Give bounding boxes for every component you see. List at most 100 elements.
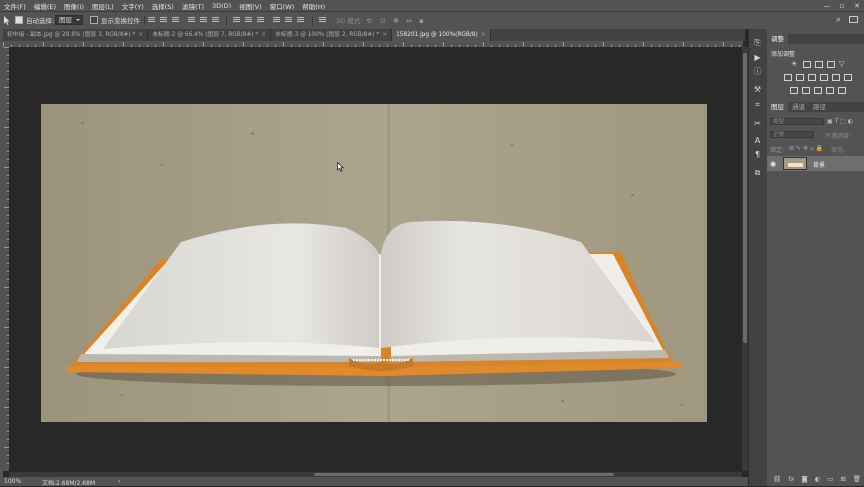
- history-icon[interactable]: ⎘: [753, 39, 762, 47]
- minimize-icon[interactable]: —: [820, 0, 834, 11]
- exposure-icon[interactable]: [827, 61, 835, 68]
- horizontal-scroll-thumb[interactable]: [314, 473, 614, 476]
- right-panel: 调整 添加调整 ☀ ▽ 图层 通道 路径 类型 ▣ T ⬚ ◐ 正常 不透明度:…: [767, 29, 864, 486]
- tab-document-active[interactable]: 158201.jpg @ 100%(RGB/8) ×: [392, 29, 491, 41]
- new-adjustment-icon[interactable]: ◐: [815, 475, 821, 483]
- tab-document-1[interactable]: 初中级 - 副本.jpg @ 28.8% (图层 3, RGB/8#) * ×: [3, 29, 149, 41]
- auto-select-dropdown[interactable]: 图层: [55, 15, 83, 25]
- auto-select-option[interactable]: 自动选择:: [15, 15, 54, 25]
- brightness-icon[interactable]: ☀: [791, 60, 797, 68]
- menu-window[interactable]: 窗口(W): [266, 1, 299, 11]
- tab-layers[interactable]: 图层: [767, 102, 788, 112]
- move-tool-icon[interactable]: [3, 16, 10, 25]
- menu-3d[interactable]: 3D(D): [208, 2, 235, 10]
- menu-type[interactable]: 文字(Y): [118, 1, 148, 11]
- zoom-level[interactable]: 100%: [4, 478, 21, 485]
- distribute-top-icon[interactable]: [233, 17, 240, 23]
- vertical-scroll-thumb[interactable]: [743, 53, 747, 343]
- show-transform-checkbox[interactable]: [90, 16, 98, 24]
- status-menu-arrow[interactable]: ›: [118, 478, 120, 485]
- blend-mode-select[interactable]: 正常: [770, 131, 814, 138]
- invert-icon[interactable]: [790, 87, 798, 94]
- scale-3d-icon[interactable]: ▪: [419, 17, 424, 25]
- distribute-bottom-icon[interactable]: [257, 17, 264, 23]
- channel-mixer-icon[interactable]: [832, 74, 840, 81]
- add-mask-icon[interactable]: ◙: [801, 475, 807, 483]
- align-vcenter-icon[interactable]: [160, 17, 167, 23]
- menu-edit[interactable]: 编辑(E): [30, 1, 60, 11]
- threshold-icon[interactable]: [814, 87, 822, 94]
- color-balance-icon[interactable]: [796, 74, 804, 81]
- visibility-eye-icon[interactable]: ◉: [770, 160, 776, 168]
- orbit-3d-icon[interactable]: ⟲: [366, 17, 372, 25]
- delete-layer-icon[interactable]: 🗑: [853, 475, 861, 483]
- menu-select[interactable]: 选择(S): [148, 1, 178, 11]
- maximize-icon[interactable]: ▫: [835, 0, 849, 11]
- tab-close-icon[interactable]: ×: [261, 32, 266, 38]
- paragraph-icon[interactable]: ¶: [753, 151, 762, 159]
- actions-play-icon[interactable]: ▶: [753, 54, 762, 62]
- selective-color-icon[interactable]: [838, 87, 846, 94]
- tab-document-3[interactable]: 未标题-3 @ 100% (图层 2, RGB/8#) * ×: [271, 29, 393, 41]
- menu-image[interactable]: 图像(I): [60, 1, 88, 11]
- layer-name[interactable]: 背景: [813, 160, 825, 169]
- distribute-hcenter-icon[interactable]: [285, 17, 292, 23]
- auto-select-checkbox[interactable]: [15, 16, 23, 24]
- photo-filter-icon[interactable]: [820, 74, 828, 81]
- menu-layer[interactable]: 图层(L): [88, 1, 118, 11]
- hue-saturation-icon[interactable]: [784, 74, 792, 81]
- distribute-left-icon[interactable]: [273, 17, 280, 23]
- roll-3d-icon[interactable]: ⊙: [380, 17, 386, 25]
- distribute-right-icon[interactable]: [297, 17, 304, 23]
- color-lookup-icon[interactable]: [844, 74, 852, 81]
- workspace-icon[interactable]: [849, 16, 858, 23]
- layer-comps-icon[interactable]: ⧉: [753, 169, 762, 177]
- curves-icon[interactable]: [815, 61, 823, 68]
- slide-3d-icon[interactable]: ⇔: [406, 17, 412, 25]
- layer-style-icon[interactable]: fx: [788, 475, 794, 483]
- info-icon[interactable]: ⓘ: [753, 68, 762, 76]
- vibrance-icon[interactable]: ▽: [839, 60, 844, 68]
- black-white-icon[interactable]: [808, 74, 816, 81]
- tab-document-2[interactable]: 未标题-2 @ 66.4% (图层 7, RGB/8#) * ×: [148, 29, 272, 41]
- layers-panel-header: 图层 通道 路径: [767, 102, 864, 112]
- layer-kind-filter[interactable]: 类型: [770, 118, 824, 125]
- layer-row-background[interactable]: ◉ 背景: [767, 156, 864, 171]
- align-top-icon[interactable]: [148, 17, 155, 23]
- align-left-icon[interactable]: [188, 17, 195, 23]
- gradient-map-icon[interactable]: [826, 87, 834, 94]
- new-group-icon[interactable]: ▭: [827, 475, 833, 483]
- show-transform-option[interactable]: 显示变换控件: [90, 15, 140, 25]
- document-canvas[interactable]: [9, 47, 742, 472]
- align-bottom-icon[interactable]: [172, 17, 179, 23]
- auto-align-icon[interactable]: [319, 17, 326, 23]
- layer-filter-icons[interactable]: ▣ T ⬚ ◐: [827, 118, 861, 125]
- menu-view[interactable]: 视图(V): [235, 1, 266, 11]
- options-bar: 自动选择: 图层 显示变换控件 3D 模式: ⟲ ⊙ ✥ ⇔ ▪ ⌕: [0, 11, 864, 30]
- new-layer-icon[interactable]: ⊞: [840, 475, 845, 483]
- brush-settings-icon[interactable]: ⚒: [753, 86, 762, 94]
- document-image[interactable]: [41, 104, 707, 422]
- tab-close-icon[interactable]: ×: [382, 32, 387, 38]
- close-icon[interactable]: ✕: [850, 0, 864, 11]
- search-icon[interactable]: ⌕: [836, 15, 841, 25]
- menu-filter[interactable]: 滤镜(T): [178, 1, 208, 11]
- tab-close-icon[interactable]: ×: [138, 32, 143, 38]
- tab-adjustments[interactable]: 调整: [767, 34, 788, 44]
- tab-close-icon[interactable]: ×: [481, 32, 486, 38]
- menu-file[interactable]: 文件(F): [0, 1, 30, 11]
- pan-3d-icon[interactable]: ✥: [393, 17, 399, 25]
- tab-channels[interactable]: 通道: [788, 102, 809, 112]
- posterize-icon[interactable]: [802, 87, 810, 94]
- tool-presets-icon[interactable]: ✂: [753, 120, 762, 128]
- align-hcenter-icon[interactable]: [200, 17, 207, 23]
- link-layers-icon[interactable]: ⛓: [773, 475, 781, 483]
- clone-source-icon[interactable]: ⌗: [753, 101, 762, 109]
- distribute-vcenter-icon[interactable]: [245, 17, 252, 23]
- character-icon[interactable]: A: [753, 137, 762, 145]
- lock-icons[interactable]: ⊠ ✎ ✥ ⌂ 🔒: [789, 145, 823, 152]
- menu-help[interactable]: 帮助(H): [298, 1, 329, 11]
- align-right-icon[interactable]: [212, 17, 219, 23]
- levels-icon[interactable]: [803, 61, 811, 68]
- tab-paths[interactable]: 路径: [809, 102, 830, 112]
